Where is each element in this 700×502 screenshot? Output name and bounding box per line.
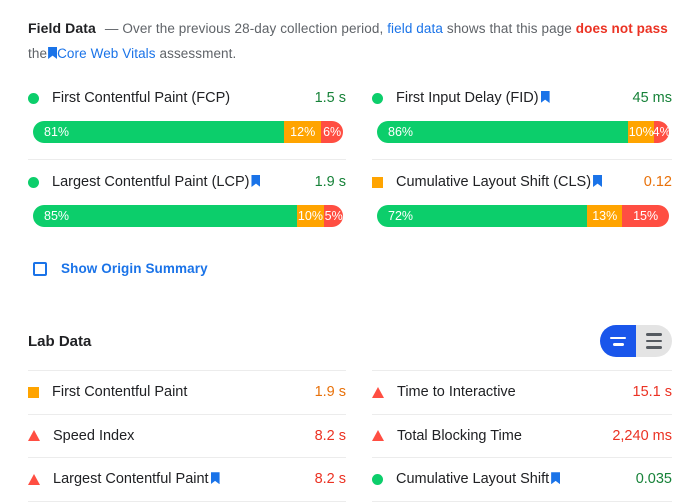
bookmark-icon <box>210 472 220 485</box>
expanded-view-icon-line-2 <box>646 339 662 343</box>
condensed-view-icon-line-1 <box>610 336 626 339</box>
metric-value: 45 ms <box>632 90 673 106</box>
lab-metrics-grid: First Contentful Paint 1.9 s Time to Inter… <box>28 370 672 502</box>
status-square-icon <box>372 176 383 188</box>
distribution-segment-good: 85% <box>33 205 297 227</box>
condensed-view-button[interactable] <box>600 325 636 357</box>
metric-name: Cumulative Layout Shift <box>396 471 561 487</box>
status-triangle-icon <box>28 430 40 442</box>
distribution-segment-poor: 4% <box>653 121 669 143</box>
metric-value: 15.1 s <box>632 384 673 401</box>
status-triangle-icon <box>372 430 384 442</box>
distribution-segment-average: 12% <box>284 121 322 143</box>
field-data-link[interactable]: field data <box>387 21 443 36</box>
bookmark-icon <box>251 175 261 187</box>
show-origin-summary-toggle[interactable]: Show Origin Summary <box>33 261 208 276</box>
field-metric[interactable]: First Input Delay (FID) 45 ms 86% 10% 4% <box>372 76 672 160</box>
status-circle-icon <box>372 473 383 485</box>
lab-metric-row[interactable]: Time to Interactive 15.1 s <box>372 370 672 414</box>
distribution-segment-average: 10% <box>296 205 325 227</box>
metric-name: Largest Contentful Paint <box>53 471 221 487</box>
lab-data-header: Lab Data <box>28 324 672 358</box>
expanded-view-button[interactable] <box>636 325 672 357</box>
status-square-icon <box>28 386 39 398</box>
field-data-description: Field Data — Over the previous 28-day col… <box>28 0 672 66</box>
lab-data-title: Lab Data <box>28 332 92 350</box>
field-metric[interactable]: First Contentful Paint (FCP) 1.5 s 81% 12% 6… <box>28 76 346 160</box>
distribution-bar: 72% 13% 15% <box>377 205 669 227</box>
lab-metric-row[interactable]: Total Blocking Time 2,240 ms <box>372 413 672 458</box>
pagespeed-insights-report: Field Data — Over the previous 28-day col… <box>0 0 700 502</box>
field-data-title: Field Data <box>28 20 96 36</box>
field-data-desc-part-4: assessment. <box>159 46 237 61</box>
bookmark-icon <box>540 91 550 103</box>
field-data-desc-part-2: shows that this page <box>446 21 572 36</box>
distribution-bar: 86% 10% 4% <box>377 121 669 143</box>
status-triangle-icon <box>28 473 40 485</box>
distribution-segment-good: 86% <box>377 121 629 143</box>
field-data-dash: — <box>104 21 119 36</box>
metric-name: First Contentful Paint <box>52 384 188 401</box>
lab-data-view-toggle[interactable] <box>600 325 672 357</box>
metric-name: First Input Delay (FID) <box>396 90 551 106</box>
distribution-segment-good: 72% <box>377 205 588 227</box>
field-data-desc-part-1: Over the previous 28-day collection peri… <box>122 21 384 36</box>
field-data-verdict: does not pass <box>575 21 668 36</box>
field-metric-header: Cumulative Layout Shift (CLS) 0.12 <box>372 172 672 192</box>
metric-value: 2,240 ms <box>612 427 672 444</box>
metric-name: Largest Contentful Paint (LCP) <box>52 174 261 190</box>
distribution-segment-poor: 5% <box>324 205 343 227</box>
status-circle-icon <box>28 92 39 104</box>
lab-metric-row[interactable]: Largest Contentful Paint 8.2 s <box>28 457 346 502</box>
metric-value: 8.2 s <box>314 471 346 488</box>
distribution-segment-average: 10% <box>628 121 655 143</box>
field-metric-header: First Contentful Paint (FCP) 1.5 s <box>28 88 346 108</box>
field-metrics-grid: First Contentful Paint (FCP) 1.5 s 81% 12% 6… <box>28 76 672 243</box>
show-origin-summary-checkbox[interactable] <box>33 261 47 276</box>
metric-value: 0.12 <box>643 174 672 190</box>
distribution-bar: 81% 12% 6% <box>33 121 343 143</box>
field-data-desc-part-3: the <box>28 46 48 61</box>
metric-name: First Contentful Paint (FCP) <box>52 90 231 106</box>
metric-name: Total Blocking Time <box>397 427 522 444</box>
metric-value: 1.5 s <box>314 90 346 106</box>
core-web-vitals-link[interactable]: Core Web Vitals <box>57 46 156 61</box>
field-metric-header: First Input Delay (FID) 45 ms <box>372 88 672 108</box>
lab-metric-row[interactable]: Cumulative Layout Shift 0.035 <box>372 457 672 502</box>
distribution-bar: 85% 10% 5% <box>33 205 343 227</box>
show-origin-summary-label: Show Origin Summary <box>61 261 208 276</box>
expanded-view-icon-line-3 <box>646 346 662 349</box>
metric-value: 1.9 s <box>314 174 346 190</box>
metric-value: 1.9 s <box>314 384 346 401</box>
condensed-view-icon-line-2 <box>612 343 624 346</box>
field-metric[interactable]: Cumulative Layout Shift (CLS) 0.12 72% 13% 1… <box>372 160 672 243</box>
distribution-segment-average: 13% <box>587 205 623 227</box>
bookmark-icon <box>551 472 561 485</box>
bookmark-icon <box>48 47 58 59</box>
expanded-view-icon-line-1 <box>646 333 662 336</box>
status-circle-icon <box>372 92 383 104</box>
status-circle-icon <box>28 176 39 188</box>
bookmark-icon <box>593 175 603 187</box>
metric-value: 8.2 s <box>314 427 346 444</box>
field-metric-header: Largest Contentful Paint (LCP) 1.9 s <box>28 172 346 192</box>
metric-name: Speed Index <box>53 427 135 444</box>
distribution-segment-poor: 15% <box>622 205 669 227</box>
lab-metric-row[interactable]: Speed Index 8.2 s <box>28 413 346 458</box>
distribution-segment-poor: 6% <box>321 121 343 143</box>
metric-value: 0.035 <box>635 471 672 488</box>
metric-name: Time to Interactive <box>397 384 516 401</box>
metric-name: Cumulative Layout Shift (CLS) <box>396 174 603 190</box>
distribution-segment-good: 81% <box>33 121 285 143</box>
lab-metric-row[interactable]: First Contentful Paint 1.9 s <box>28 370 346 414</box>
field-metric[interactable]: Largest Contentful Paint (LCP) 1.9 s 85% 10… <box>28 160 346 243</box>
status-triangle-icon <box>372 386 384 398</box>
